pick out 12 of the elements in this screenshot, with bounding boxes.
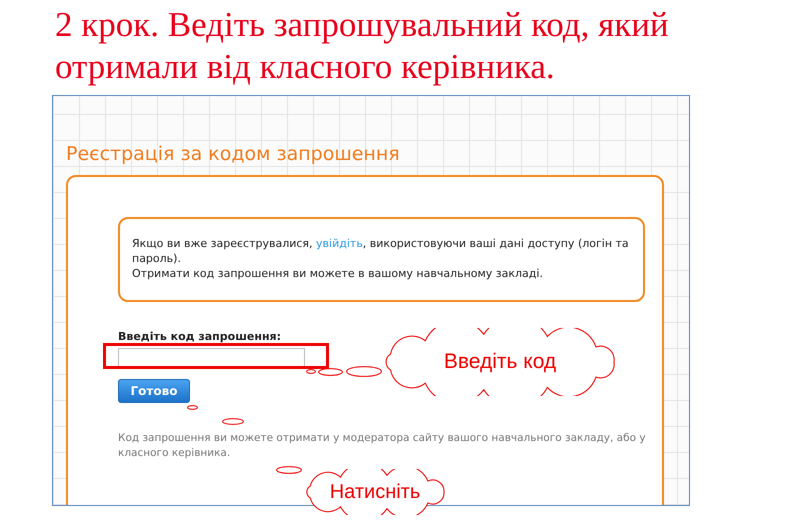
slide-title: 2 крок. Ведіть запрошувальний код, який отримали від класного керівника.: [55, 4, 670, 88]
login-notice-text: Якщо ви вже зареєструвалися, увійдіть, використовуючи ваші дані доступу (логін та пароль).: [132, 236, 630, 266]
field-label: Введіть код запрошення:: [118, 330, 282, 343]
thought-bubble-dot: [306, 369, 316, 374]
thought-bubble-dot: [187, 405, 198, 410]
login-link[interactable]: увійдіть: [316, 237, 363, 250]
submit-button[interactable]: Готово: [118, 379, 190, 403]
page-heading: Реєстрація за кодом запрошення: [66, 142, 401, 166]
hint-text: Код запрошення ви можете отримати у модератора сайту вашого навчального закладу, або у класного керівника.: [118, 431, 647, 461]
notice-text: Отримати код запрошення ви можете в вашому навчальному закладі.: [132, 266, 544, 281]
code-input-field[interactable]: [118, 348, 305, 368]
thought-bubble-dot: [222, 418, 244, 425]
